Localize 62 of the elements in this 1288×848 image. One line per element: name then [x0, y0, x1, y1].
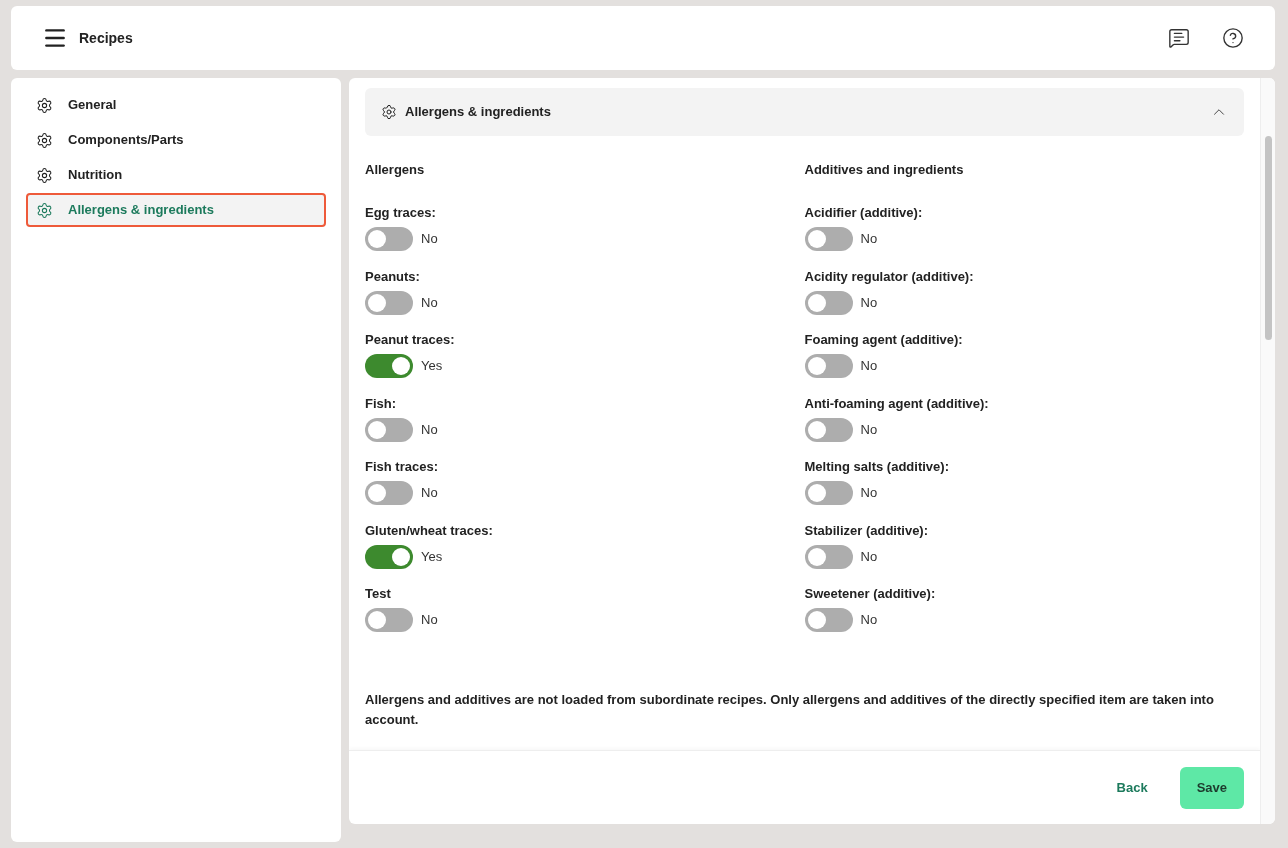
- sidebar-item[interactable]: Allergens & ingredients: [26, 193, 326, 227]
- toggle-switch[interactable]: [804, 227, 853, 251]
- field-label: Stabilizer (additive):: [804, 522, 930, 539]
- gear-icon: [36, 131, 53, 149]
- toggle-value: No: [421, 611, 438, 630]
- gear-icon: [36, 96, 53, 114]
- sidebar-item[interactable]: Nutrition: [26, 158, 326, 192]
- sidebar-item[interactable]: Components/Parts: [26, 123, 326, 157]
- field-label: Fish:: [365, 395, 398, 412]
- back-button[interactable]: Back: [1116, 777, 1148, 798]
- toggle-switch[interactable]: [804, 481, 853, 505]
- save-button[interactable]: Save: [1179, 766, 1244, 809]
- field-label: Peanut traces:: [365, 332, 456, 348]
- field-label: Test: [365, 586, 392, 602]
- column-heading: Additives and ingredients: [804, 162, 965, 178]
- toggle-value: Yes: [421, 357, 443, 376]
- toggle-value: No: [860, 293, 878, 312]
- toggle-value: No: [860, 547, 878, 566]
- toggle-value: No: [860, 484, 878, 503]
- field-label: Foaming agent (additive):: [804, 332, 964, 348]
- toggle-switch[interactable]: [804, 608, 853, 632]
- toggle-switch[interactable]: [365, 608, 413, 632]
- info-note: Allergens and additives are not loaded from subordinate recipes. Only allergens and additives of the directly specified item are taken into account.: [365, 690, 1215, 729]
- section-header[interactable]: Allergens & ingredients: [365, 88, 1244, 136]
- toggle-value: No: [421, 230, 438, 249]
- gear-icon: [36, 201, 53, 219]
- toggle-switch[interactable]: [365, 354, 413, 378]
- help-icon[interactable]: [1222, 27, 1244, 49]
- toggle-value: No: [421, 484, 438, 503]
- field-label: Egg traces:: [365, 205, 437, 221]
- toggle-switch[interactable]: [365, 227, 413, 251]
- toggle-switch[interactable]: [804, 354, 853, 378]
- field-label: Gluten/wheat traces:: [365, 522, 494, 539]
- gear-icon: [36, 166, 53, 184]
- page-title: Recipes: [79, 28, 133, 48]
- toggle-value: No: [860, 611, 878, 630]
- toggle-value: Yes: [421, 547, 443, 566]
- toggle-value: No: [860, 230, 878, 249]
- field-label: Peanuts:: [365, 268, 421, 285]
- field-label: Anti-foaming agent (additive):: [804, 395, 990, 412]
- gear-icon: [381, 104, 397, 120]
- toggle-value: No: [421, 293, 438, 312]
- field-label: Acidifier (additive):: [804, 205, 924, 221]
- toggle-switch[interactable]: [804, 417, 853, 442]
- toggle-switch[interactable]: [804, 544, 853, 569]
- section-title: Allergens & ingredients: [405, 103, 551, 122]
- toggle-switch[interactable]: [365, 544, 413, 569]
- field-label: Sweetener (additive):: [804, 586, 937, 602]
- toggle-value: No: [860, 420, 878, 439]
- toggle-switch[interactable]: [365, 481, 413, 505]
- toggle-value: No: [860, 357, 878, 376]
- column-heading: Allergens: [365, 162, 426, 178]
- toggle-value: No: [421, 420, 438, 439]
- scrollbar[interactable]: [1260, 78, 1275, 824]
- field-label: Acidity regulator (additive):: [804, 268, 975, 285]
- feedback-icon[interactable]: [1168, 27, 1190, 49]
- toggle-switch[interactable]: [365, 290, 413, 315]
- field-label: Fish traces:: [365, 459, 439, 475]
- field-label: Melting salts (additive):: [804, 459, 950, 475]
- sidebar-item[interactable]: General: [26, 88, 326, 122]
- toggle-switch[interactable]: [365, 417, 413, 442]
- toggle-switch[interactable]: [804, 290, 853, 315]
